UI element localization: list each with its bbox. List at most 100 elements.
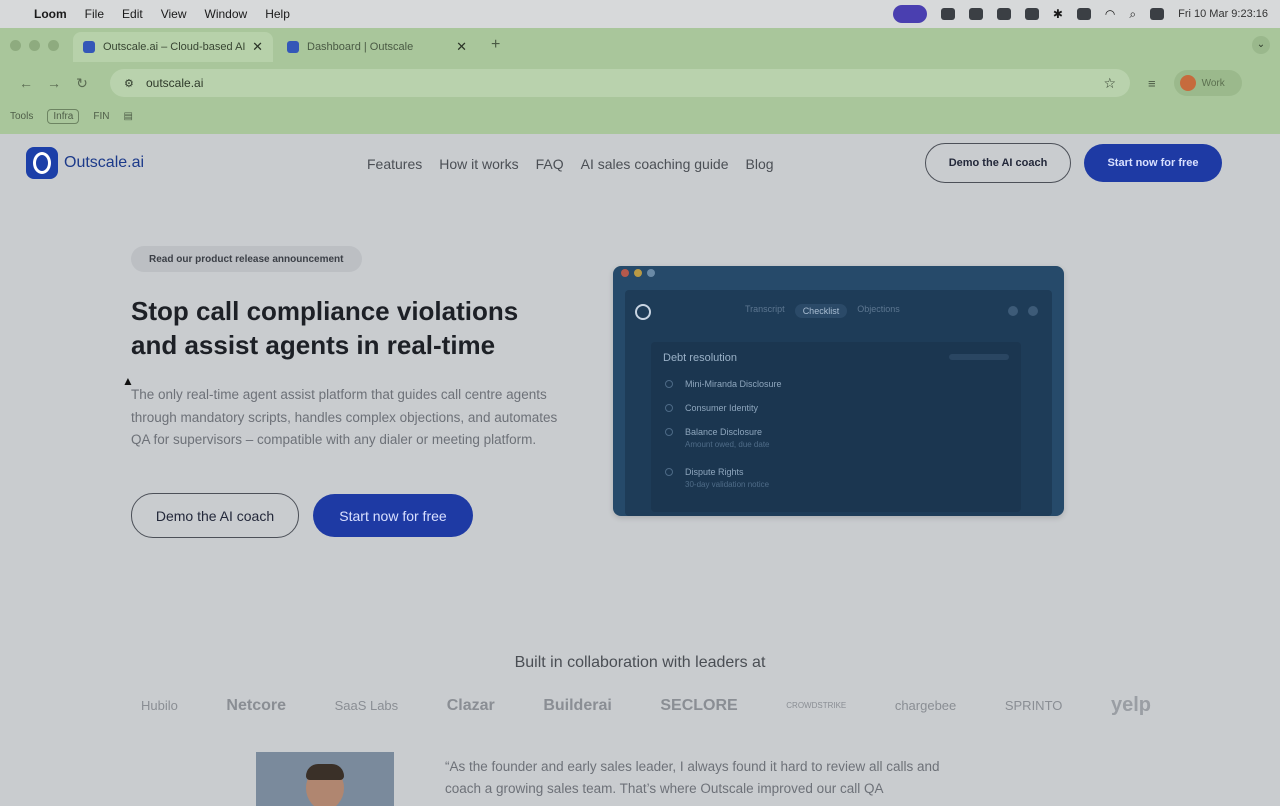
tab-title: Outscale.ai – Cloud-based AI sal… xyxy=(103,41,246,53)
bookmark-fin[interactable]: FIN xyxy=(93,111,109,122)
testimonial-quote: “As the founder and early sales leader, … xyxy=(445,759,940,796)
favicon-icon xyxy=(287,41,299,53)
app-status-icon[interactable] xyxy=(996,8,1011,20)
tab-title: Dashboard | Outscale xyxy=(307,41,414,53)
spotlight-search-icon[interactable]: ⌕ xyxy=(1129,7,1136,22)
logo-saas-labs: SaaS Labs xyxy=(334,698,399,713)
nav-coaching-guide[interactable]: AI sales coaching guide xyxy=(581,156,729,172)
mock-item-label: Dispute Rights xyxy=(685,467,744,477)
reload-icon[interactable]: ↻ xyxy=(68,75,96,92)
menu-window[interactable]: Window xyxy=(205,7,248,21)
mock-item-label: Balance Disclosure xyxy=(685,427,763,437)
url-text[interactable]: outscale.ai xyxy=(146,76,1103,90)
bluetooth-icon[interactable]: ✱ xyxy=(1053,7,1063,21)
tab-search-icon[interactable]: ⌄ xyxy=(1252,36,1270,54)
product-screenshot: Transcript Checklist Objections Debt res… xyxy=(613,266,1064,516)
nav-features[interactable]: Features xyxy=(367,156,422,172)
maximize-window-icon[interactable] xyxy=(48,40,59,51)
bookmark-infra[interactable]: Infra xyxy=(47,108,80,124)
logo-builderai: Builderai xyxy=(543,696,612,714)
mock-check-icon xyxy=(665,468,673,476)
mock-check-icon xyxy=(665,404,673,412)
back-icon[interactable]: ← xyxy=(12,75,40,91)
mock-tab: Objections xyxy=(857,304,900,314)
logo-hubilo: Hubilo xyxy=(141,698,178,713)
brand-name: Outscale.ai xyxy=(64,154,145,171)
menu-clock[interactable]: Fri 10 Mar 9:23:16 xyxy=(1178,8,1268,20)
extensions-icon[interactable]: ≡ xyxy=(1148,76,1156,91)
mock-check-icon xyxy=(665,380,673,388)
app-status-icon[interactable] xyxy=(940,8,955,20)
minimize-window-icon[interactable] xyxy=(29,40,40,51)
logo-netcore: Netcore xyxy=(226,696,286,714)
mock-item: Dispute Rights 30-day validation notice xyxy=(685,467,769,489)
bookmark-star-icon[interactable]: ☆ xyxy=(1103,75,1116,92)
logo-clazar: Clazar xyxy=(446,696,495,714)
favicon-icon xyxy=(83,41,95,53)
mock-logo-icon xyxy=(635,304,651,320)
battery-icon[interactable] xyxy=(1076,8,1091,20)
mock-controls xyxy=(1008,306,1038,316)
mock-item: Consumer Identity xyxy=(685,403,759,413)
close-window-icon[interactable] xyxy=(10,40,21,51)
menu-file[interactable]: File xyxy=(85,7,104,21)
tab-strip: Outscale.ai – Cloud-based AI sal… ✕ Dash… xyxy=(0,28,1280,62)
mock-check-icon xyxy=(665,428,673,436)
app-status-icon[interactable] xyxy=(968,8,983,20)
outscale-logo-icon xyxy=(26,147,58,179)
nav-faq[interactable]: FAQ xyxy=(536,156,564,172)
site-logo[interactable]: Outscale.ai xyxy=(26,147,144,179)
address-bar[interactable]: ⚙ outscale.ai ☆ xyxy=(110,69,1130,97)
mock-item: Balance Disclosure Amount owed, due date xyxy=(685,427,770,449)
logo-seclore: SECLORE xyxy=(660,696,738,714)
header-start-button[interactable]: Start now for free xyxy=(1084,144,1222,182)
mock-checklist-panel: Debt resolution Mini-Miranda Disclosure … xyxy=(651,342,1021,512)
web-page: Outscale.ai Features How it works FAQ AI… xyxy=(5,134,1278,806)
close-tab-icon[interactable]: ✕ xyxy=(456,39,467,55)
nav-blog[interactable]: Blog xyxy=(746,156,774,172)
bookmark-tools[interactable]: Tools xyxy=(10,111,33,122)
menu-view[interactable]: View xyxy=(161,7,187,21)
mock-app: Transcript Checklist Objections Debt res… xyxy=(625,290,1052,516)
testimonial-photo xyxy=(256,752,394,806)
nav-how-it-works[interactable]: How it works xyxy=(439,156,518,172)
tab-outscale[interactable]: Outscale.ai – Cloud-based AI sal… ✕ xyxy=(73,32,273,62)
avatar xyxy=(1179,75,1196,91)
menu-edit[interactable]: Edit xyxy=(122,7,143,21)
bookmark-folder-icon[interactable]: ▤ xyxy=(123,111,132,122)
profile-button[interactable]: Work xyxy=(1173,70,1242,96)
mock-window-controls xyxy=(613,266,1064,280)
profile-label: Work xyxy=(1201,77,1225,89)
logo-yelp: yelp xyxy=(1110,694,1151,716)
mouse-cursor-icon: ▲ xyxy=(122,374,134,388)
site-info-icon[interactable]: ⚙ xyxy=(124,77,136,90)
site-nav: Features How it works FAQ AI sales coach… xyxy=(367,156,774,172)
hero-description: The only real-time agent assist platform… xyxy=(131,387,558,447)
control-center-icon[interactable] xyxy=(1150,8,1165,20)
mock-item: Mini-Miranda Disclosure xyxy=(685,379,782,389)
app-status-icon[interactable] xyxy=(1024,8,1039,20)
mock-item-sub: Amount owed, due date xyxy=(685,440,770,449)
mac-menu-bar: Loom File Edit View Window Help ✱ ◠ ⌕ Fr… xyxy=(0,0,1280,28)
header-demo-button[interactable]: Demo the AI coach xyxy=(925,143,1071,183)
forward-icon[interactable]: → xyxy=(40,75,68,91)
mock-panel-title: Debt resolution xyxy=(663,352,737,364)
browser-chrome: Outscale.ai – Cloud-based AI sal… ✕ Dash… xyxy=(0,28,1280,134)
partner-logos: Hubilo Netcore SaaS Labs Clazar Buildera… xyxy=(141,694,1151,717)
menu-help[interactable]: Help xyxy=(265,7,290,21)
menu-app-name[interactable]: Loom xyxy=(34,7,67,21)
partners-heading: Built in collaboration with leaders at xyxy=(514,654,766,671)
wifi-icon[interactable]: ◠ xyxy=(1105,7,1115,21)
hero-start-button[interactable]: Start now for free xyxy=(313,494,473,537)
close-tab-icon[interactable]: ✕ xyxy=(252,39,263,55)
mock-tab-active: Checklist xyxy=(794,304,848,318)
announcement-pill[interactable]: Read our product release announcement xyxy=(131,246,362,272)
tab-dashboard[interactable]: Dashboard | Outscale ✕ xyxy=(277,32,477,62)
new-tab-button[interactable]: + xyxy=(491,36,500,54)
window-controls xyxy=(10,40,59,51)
recording-indicator-icon[interactable] xyxy=(892,5,927,23)
mock-tabs: Transcript Checklist Objections xyxy=(745,304,900,318)
hero-demo-button[interactable]: Demo the AI coach xyxy=(131,493,299,538)
status-icons: ✱ ◠ ⌕ Fri 10 Mar 9:23:16 xyxy=(892,5,1268,23)
logo-chargebee: chargebee xyxy=(894,698,957,713)
